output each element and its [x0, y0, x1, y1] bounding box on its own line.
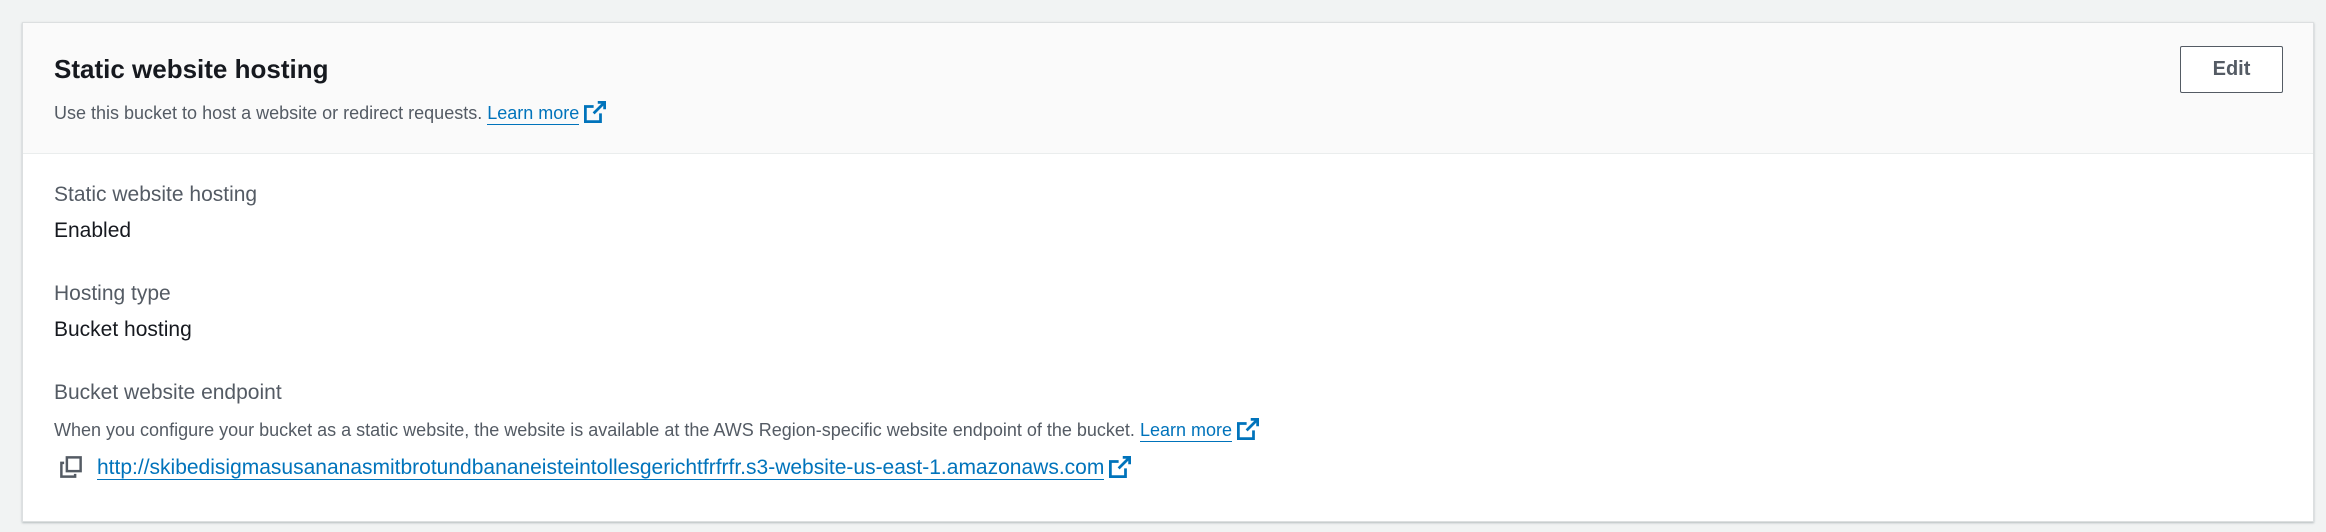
bucket-endpoint-label: Bucket website endpoint: [54, 381, 282, 404]
learn-more-label: Learn more: [487, 103, 580, 123]
bucket-endpoint-description-text: When you configure your bucket as a stat…: [54, 420, 1135, 440]
hosting-status-label: Static website hosting: [54, 183, 258, 206]
bucket-endpoint-url-link[interactable]: http://skibedisigmasusananasmitbrotundba…: [97, 456, 1105, 480]
learn-more-link[interactable]: Learn more: [487, 103, 580, 125]
external-link-icon[interactable]: [584, 101, 607, 123]
panel-description: Use this bucket to host a website or red…: [54, 101, 607, 125]
endpoint-learn-more-label: Learn more: [1139, 420, 1233, 440]
external-link-icon[interactable]: [1109, 456, 1132, 478]
hosting-type-value: Bucket hosting: [54, 318, 192, 341]
external-link-icon[interactable]: [1237, 418, 1260, 440]
panel-description-text: Use this bucket to host a website or red…: [54, 103, 483, 123]
bucket-endpoint-url: http://skibedisigmasusananasmitbrotundba…: [97, 456, 1105, 479]
panel-header: Static website hosting Use this bucket t…: [23, 23, 2313, 154]
static-website-hosting-panel: Static website hosting Use this bucket t…: [22, 22, 2314, 522]
hosting-type-label: Hosting type: [54, 282, 171, 305]
hosting-status-value: Enabled: [54, 219, 132, 242]
bucket-endpoint-description: When you configure your bucket as a stat…: [54, 418, 1260, 442]
copy-icon[interactable]: [60, 456, 82, 478]
edit-button[interactable]: Edit: [2180, 46, 2283, 93]
panel-title: Static website hosting: [54, 54, 329, 84]
endpoint-learn-more-link[interactable]: Learn more: [1139, 420, 1233, 442]
endpoint-url-row: http://skibedisigmasusananasmitbrotundba…: [60, 454, 1132, 482]
